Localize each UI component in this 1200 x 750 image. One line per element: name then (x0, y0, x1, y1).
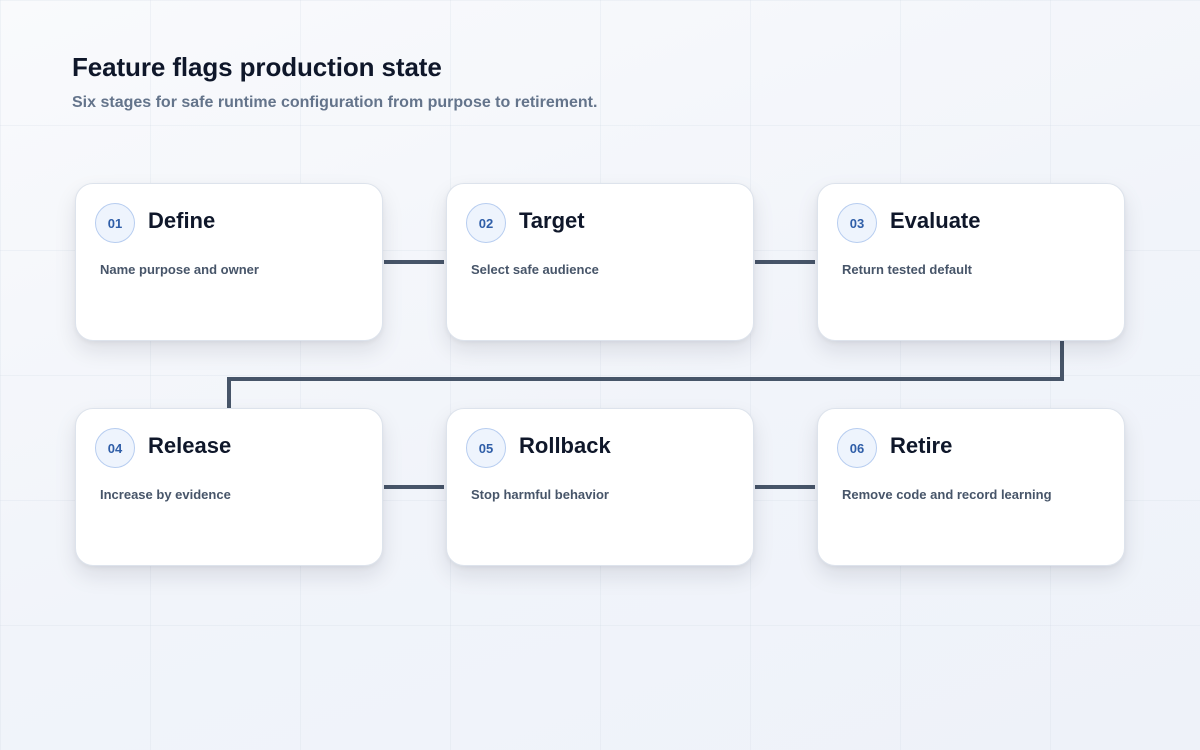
step-number-badge: 03 (837, 203, 877, 243)
connector-03-04 (227, 341, 1064, 408)
step-card-rollback: 05 Rollback Stop harmful behavior (446, 408, 754, 566)
step-description: Name purpose and owner (100, 262, 259, 277)
step-description: Remove code and record learning (842, 487, 1052, 502)
step-title: Retire (890, 433, 953, 458)
step-title: Define (148, 208, 216, 233)
step-description: Stop harmful behavior (471, 487, 609, 502)
step-title: Release (148, 433, 232, 458)
step-description: Increase by evidence (100, 487, 231, 502)
step-card-release: 04 Release Increase by evidence (75, 408, 383, 566)
step-title: Evaluate (890, 208, 981, 233)
step-number-badge: 05 (466, 428, 506, 468)
connectors (227, 260, 1064, 489)
step-number-badge: 01 (95, 203, 135, 243)
step-description: Return tested default (842, 262, 973, 277)
step-number-badge: 02 (466, 203, 506, 243)
step-card-define: 01 Define Name purpose and owner (75, 183, 383, 341)
step-title: Rollback (519, 433, 611, 458)
step-number-badge: 04 (95, 428, 135, 468)
step-card-evaluate: 03 Evaluate Return tested default (817, 183, 1125, 341)
step-number-badge: 06 (837, 428, 877, 468)
step-card-retire: 06 Retire Remove code and record learnin… (817, 408, 1125, 566)
step-title: Target (519, 208, 585, 233)
step-description: Select safe audience (471, 262, 599, 277)
step-card-target: 02 Target Select safe audience (446, 183, 754, 341)
